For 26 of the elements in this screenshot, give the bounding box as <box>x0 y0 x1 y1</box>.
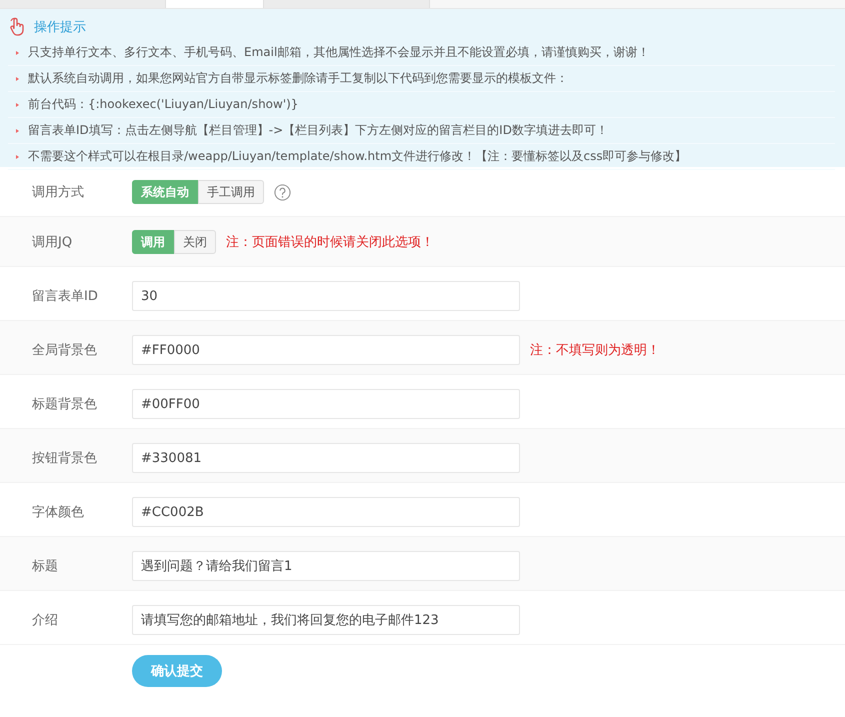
warning-note: 注：页面错误的时候请关闭此选项！ <box>226 234 434 251</box>
tip-text: 不需要这个样式可以在根目录/weapp/Liuyan/template/show.htm文件进行修改！【注：要懂标签以及css即可参与修改】 <box>28 148 687 165</box>
field-label: 按钮背景色 <box>32 450 98 468</box>
warning-note: 注：不填写则为透明！ <box>530 342 660 359</box>
tips-title: 操作提示 <box>34 19 86 36</box>
input-field[interactable]: #330081 <box>132 443 520 473</box>
tip-text: 默认系统自动调用，如果您网站官方自带显示标签删除请手工复制以下代码到您需要显示的模板文件： <box>28 70 568 87</box>
field-label: 标题背景色 <box>32 396 98 414</box>
field-label: 全局背景色 <box>32 342 98 360</box>
field-label: 字体颜色 <box>32 504 85 522</box>
field-label: 标题 <box>32 558 59 576</box>
input-field[interactable]: 遇到问题？请给我们留言1 <box>132 551 520 581</box>
tip-text: 留言表单ID填写：点击左侧导航【栏目管理】->【栏目列表】下方左侧对应的留言栏目的ID数字填进去即可！ <box>28 122 608 139</box>
field-label: 调用方式 <box>32 184 85 202</box>
field-label: 留言表单ID <box>32 288 99 306</box>
input-field[interactable]: #CC002B <box>132 497 520 527</box>
tip-text: 前台代码：{:hookexec('Liuyan/Liuyan/show')} <box>28 96 298 113</box>
field-label: 介绍 <box>32 612 59 630</box>
input-field[interactable]: 请填写您的邮箱地址，我们将回复您的电子邮件123 <box>132 605 520 635</box>
field-label: 调用JQ <box>32 234 74 252</box>
tip-text: 只支持单行文本、多行文本、手机号码、Email邮箱，其他属性选择不会显示并且不能设置必填，请谨慎购买，谢谢！ <box>28 44 650 61</box>
toggle-option[interactable]: 关闭 <box>174 230 216 254</box>
toggle-option[interactable]: 手工调用 <box>198 180 264 204</box>
input-field[interactable]: #FF0000 <box>132 335 520 365</box>
input-field[interactable]: #00FF00 <box>132 389 520 419</box>
input-field[interactable]: 30 <box>132 281 520 311</box>
